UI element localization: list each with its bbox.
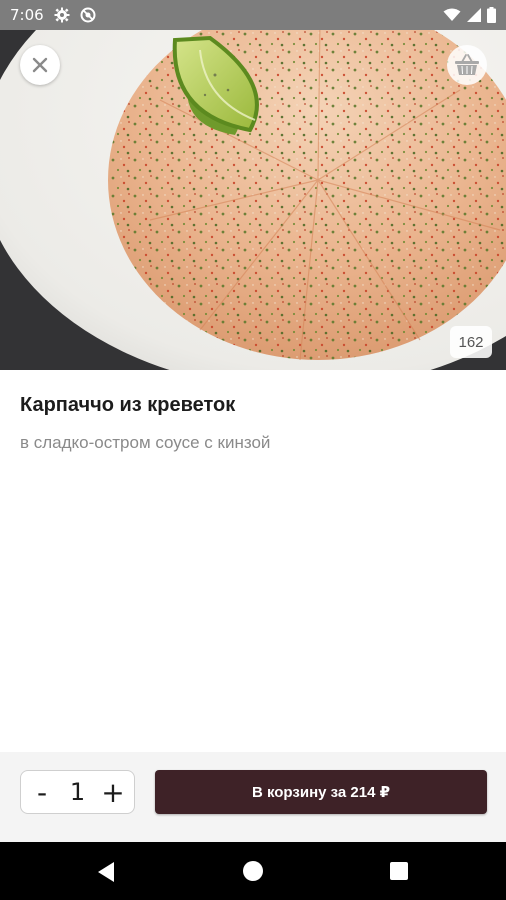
basket-button[interactable] [447,45,487,85]
quantity-stepper: - 1 + [20,770,135,814]
navigation-bar [0,842,506,900]
status-bar: 7:06 [0,0,506,30]
battery-icon [487,7,496,23]
close-icon [32,57,48,73]
product-image: 162 [0,30,506,370]
signal-icon [467,8,481,22]
status-time: 7:06 [10,6,44,24]
weight-badge: 162 [450,326,492,358]
product-title: Карпаччо из креветок [20,394,236,416]
basket-icon [455,54,479,75]
status-right [443,7,496,23]
back-icon[interactable] [94,860,118,884]
close-button[interactable] [20,45,60,85]
shrimp-carpaccio-photo [0,30,506,370]
decrease-quantity-button[interactable]: - [27,772,57,812]
wifi-icon [443,8,461,21]
recents-icon[interactable] [390,862,408,880]
status-left: 7:06 [10,6,96,24]
quantity-value: 1 [69,778,86,806]
action-panel: - 1 + В корзину за 214 ₽ [0,752,506,842]
increase-quantity-button[interactable]: + [98,772,128,812]
gear-icon [54,7,70,23]
product-description: в сладко-остром соусе с кинзой [20,433,271,452]
add-to-cart-button[interactable]: В корзину за 214 ₽ [155,770,487,814]
home-icon[interactable] [243,861,263,881]
do-not-disturb-icon [80,7,96,23]
